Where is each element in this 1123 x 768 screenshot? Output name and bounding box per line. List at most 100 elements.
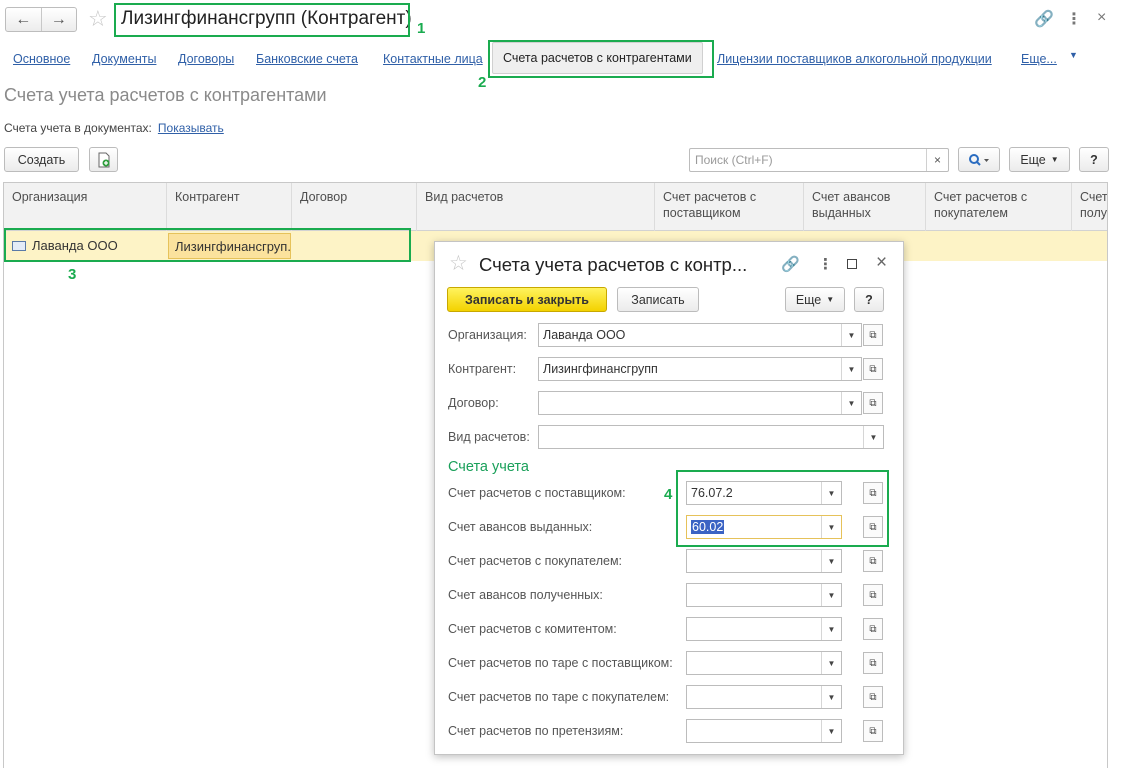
column-header[interactable]: Вид расчетов [417, 183, 655, 231]
account-label: Счет расчетов по претензиям: [448, 724, 624, 738]
customer-account-field[interactable]: ▼ [686, 549, 842, 573]
open-icon[interactable]: ⧉ [863, 652, 883, 674]
chevron-down-icon[interactable]: ▼ [821, 618, 841, 640]
column-header[interactable]: Счет расчетов с покупателем [926, 183, 1072, 231]
column-header[interactable]: Счет полу [1072, 183, 1107, 231]
chevron-down-icon[interactable]: ▼ [821, 482, 841, 504]
tab-main[interactable]: Основное [13, 52, 70, 66]
save-button[interactable]: Записать [617, 287, 699, 312]
favorite-star-icon[interactable]: ☆ [88, 8, 108, 30]
save-and-close-button[interactable]: Записать и закрыть [447, 287, 607, 312]
organization-field[interactable]: Лаванда ООО ▼ [538, 323, 862, 347]
open-icon[interactable]: ⧉ [863, 720, 883, 742]
account-label: Счет расчетов по таре с поставщиком: [448, 656, 673, 670]
supplier-account-field[interactable]: 76.07.2 ▼ [686, 481, 842, 505]
more-label: Еще [1020, 152, 1046, 167]
copy-button[interactable] [89, 147, 118, 172]
chevron-down-icon[interactable]: ▼ [821, 686, 841, 708]
search-input[interactable]: Поиск (Ctrl+F) × [689, 148, 949, 172]
cell-contract[interactable] [292, 231, 417, 261]
link-icon[interactable]: 🔗 [781, 255, 800, 273]
chevron-down-icon[interactable]: ▼ [863, 426, 883, 448]
doc-accounts-link[interactable]: Показывать [158, 121, 224, 135]
tab-contracts[interactable]: Договоры [178, 52, 234, 66]
clear-search-button[interactable]: × [926, 149, 948, 171]
column-header[interactable]: Счет расчетов с поставщиком [655, 183, 804, 231]
accounts-group-title: Счета учета [448, 459, 529, 475]
counterparty-field[interactable]: Лизингфинансгрупп ▼ [538, 357, 862, 381]
close-icon[interactable]: × [876, 252, 887, 274]
more-vertical-icon[interactable]: ⋮ [1066, 9, 1082, 29]
claims-account-field[interactable]: ▼ [686, 719, 842, 743]
help-button[interactable]: ? [854, 287, 884, 312]
open-icon[interactable]: ⧉ [863, 584, 883, 606]
open-icon[interactable]: ⧉ [863, 516, 883, 538]
open-icon[interactable]: ⧉ [863, 392, 883, 414]
tab-bank-accounts[interactable]: Банковские счета [256, 52, 358, 66]
tab-alcohol-licenses[interactable]: Лицензии поставщиков алкогольной продукц… [717, 52, 992, 66]
open-icon[interactable]: ⧉ [863, 550, 883, 572]
search-button[interactable] [958, 147, 1000, 172]
contract-field[interactable]: ▼ [538, 391, 862, 415]
advances-received-field[interactable]: ▼ [686, 583, 842, 607]
back-button[interactable]: ← [6, 8, 42, 31]
counterparty-label: Контрагент: [448, 362, 517, 376]
chevron-down-icon[interactable]: ▼ [821, 516, 841, 538]
chevron-down-icon[interactable]: ▼ [841, 324, 861, 346]
account-label: Счет авансов выданных: [448, 520, 593, 534]
tare-supplier-account-field[interactable]: ▼ [686, 651, 842, 675]
open-icon[interactable]: ⧉ [863, 324, 883, 346]
chevron-down-icon[interactable]: ▼ [821, 652, 841, 674]
forward-button[interactable]: → [42, 8, 77, 31]
chevron-down-icon[interactable]: ▼ [821, 584, 841, 606]
open-icon[interactable]: ⧉ [863, 618, 883, 640]
chevron-down-icon[interactable]: ▼ [841, 392, 861, 414]
row-item-icon [12, 240, 26, 251]
annotation-number-1: 1 [417, 20, 426, 37]
nav-buttons: ← → [5, 7, 77, 32]
create-button[interactable]: Создать [4, 147, 79, 172]
account-label: Счет расчетов с комитентом: [448, 622, 617, 636]
chevron-down-icon[interactable]: ▼ [1069, 50, 1078, 60]
chevron-down-icon[interactable]: ▼ [841, 358, 861, 380]
doc-accounts-label: Счета учета в документах: [4, 121, 152, 135]
column-header[interactable]: Счет авансов выданных [804, 183, 926, 231]
chevron-down-icon[interactable]: ▼ [821, 550, 841, 572]
chevron-down-icon: ▼ [826, 295, 835, 304]
cell-counterparty[interactable]: Лизингфинансгруп... [168, 233, 291, 259]
column-header[interactable]: Договор [292, 183, 417, 231]
search-placeholder: Поиск (Ctrl+F) [695, 153, 773, 167]
consignor-account-field[interactable]: ▼ [686, 617, 842, 641]
more-button[interactable]: Еще ▼ [1009, 147, 1070, 172]
doc-accounts-row: Счета учета в документах: Показывать [4, 121, 224, 135]
tab-settlement-accounts[interactable]: Счета расчетов с контрагентами [492, 42, 703, 74]
open-icon[interactable]: ⧉ [863, 686, 883, 708]
account-label: Счет расчетов с поставщиком: [448, 486, 626, 500]
cell-organization[interactable]: Лаванда ООО [4, 231, 167, 261]
annotation-number-4: 4 [664, 486, 673, 503]
chevron-down-icon: ▼ [1050, 155, 1059, 164]
tab-contacts[interactable]: Контактные лица [383, 52, 483, 66]
close-icon[interactable]: × [1097, 9, 1106, 27]
open-icon[interactable]: ⧉ [863, 358, 883, 380]
document-add-icon [98, 152, 109, 167]
column-header[interactable]: Организация [4, 183, 167, 231]
more-vertical-icon[interactable]: ⋮ [818, 255, 833, 273]
chevron-down-icon[interactable]: ▼ [821, 720, 841, 742]
help-button[interactable]: ? [1079, 147, 1109, 172]
more-button[interactable]: Еще ▼ [785, 287, 845, 312]
link-icon[interactable]: 🔗 [1034, 9, 1054, 29]
maximize-icon[interactable] [847, 256, 857, 273]
account-label: Счет расчетов с покупателем: [448, 554, 623, 568]
settlement-type-field[interactable]: ▼ [538, 425, 884, 449]
settlement-type-label: Вид расчетов: [448, 430, 530, 444]
tare-customer-account-field[interactable]: ▼ [686, 685, 842, 709]
column-header[interactable]: Контрагент [167, 183, 292, 231]
advances-account-field[interactable]: 60.02 ▼ [686, 515, 842, 539]
section-title: Счета учета расчетов с контрагентами [4, 85, 327, 105]
organization-label: Организация: [448, 328, 527, 342]
open-icon[interactable]: ⧉ [863, 482, 883, 504]
favorite-star-icon[interactable]: ☆ [449, 253, 468, 274]
tab-more[interactable]: Еще... [1021, 52, 1057, 66]
tab-documents[interactable]: Документы [92, 52, 156, 66]
